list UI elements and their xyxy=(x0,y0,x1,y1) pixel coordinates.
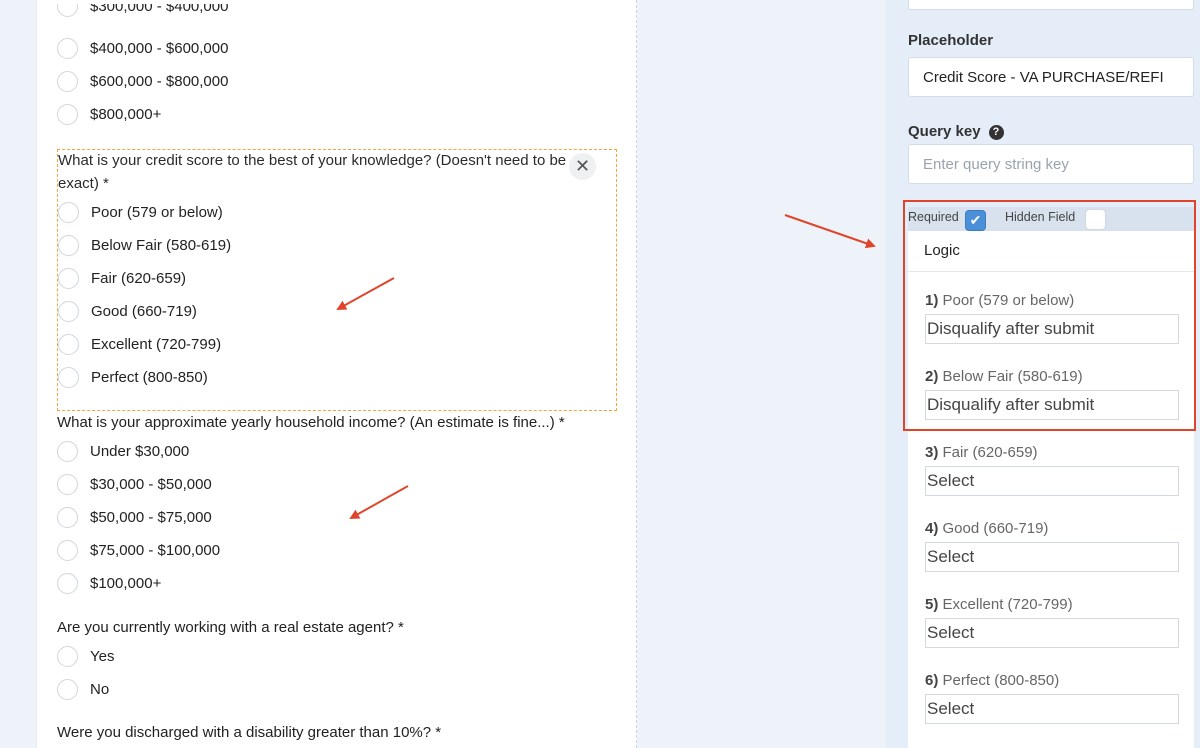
radio-option-income-cut[interactable]: $300,000 - $400,000 xyxy=(57,4,228,18)
radio-button[interactable] xyxy=(57,37,78,59)
radio-label: $400,000 - $600,000 xyxy=(90,39,229,57)
query-key-input[interactable]: Enter query string key xyxy=(908,144,1194,184)
radio-option[interactable]: $800,000+ xyxy=(57,102,161,126)
radio-label: $300,000 - $400,000 xyxy=(90,4,229,15)
annotation-arrow-3 xyxy=(784,214,876,249)
question-text-income: What is your approximate yearly househol… xyxy=(57,414,565,431)
radio-option[interactable]: Good (660-719) xyxy=(58,299,197,323)
rule-number: 4) xyxy=(925,520,939,537)
radio-option[interactable]: $50,000 - $75,000 xyxy=(57,505,212,529)
radio-label: $50,000 - $75,000 xyxy=(90,508,212,526)
question-text-continued: exact) * xyxy=(58,175,109,192)
radio-button[interactable] xyxy=(57,572,78,594)
radio-option[interactable]: Excellent (720-799) xyxy=(58,332,221,356)
radio-button[interactable] xyxy=(57,103,78,125)
radio-button[interactable] xyxy=(57,645,78,667)
rule-number: 5) xyxy=(925,596,939,613)
radio-button[interactable] xyxy=(57,506,78,528)
radio-option[interactable]: Fair (620-659) xyxy=(58,266,186,290)
radio-button[interactable] xyxy=(57,473,78,495)
radio-label: Good (660-719) xyxy=(91,302,197,320)
radio-button[interactable] xyxy=(57,70,78,92)
radio-label: Yes xyxy=(90,647,115,665)
radio-option[interactable]: $400,000 - $600,000 xyxy=(57,36,228,60)
form-canvas: $300,000 - $400,000 $400,000 - $600,000 … xyxy=(36,0,637,748)
radio-option[interactable]: Yes xyxy=(57,644,114,668)
selected-question-credit-score[interactable]: What is your credit score to the best of… xyxy=(57,149,617,411)
logic-rule-select[interactable]: Select xyxy=(925,466,1179,496)
logic-rule-select[interactable]: Select xyxy=(925,694,1179,724)
logic-rule-select[interactable]: Select xyxy=(925,618,1179,648)
radio-button[interactable] xyxy=(58,234,79,256)
radio-option[interactable]: $600,000 - $800,000 xyxy=(57,69,228,93)
rule-option: Fair (620-659) xyxy=(942,444,1038,461)
question-text: What is your credit score to the best of… xyxy=(58,152,567,169)
query-key-label: Query key xyxy=(908,123,981,140)
radio-option[interactable]: Below Fair (580-619) xyxy=(58,233,231,257)
radio-button[interactable] xyxy=(58,366,79,388)
radio-label: No xyxy=(90,680,110,698)
logic-rule-label: 6) Perfect (800-850) xyxy=(925,672,1059,689)
radio-button[interactable] xyxy=(58,201,79,223)
help-icon[interactable]: ? xyxy=(988,124,1004,140)
rule-number: 3) xyxy=(925,444,939,461)
previous-field-input[interactable] xyxy=(908,0,1194,10)
placeholder-label: Placeholder xyxy=(908,32,994,49)
radio-label: Below Fair (580-619) xyxy=(91,236,232,254)
radio-option[interactable]: Perfect (800-850) xyxy=(58,365,208,389)
rule-number: 6) xyxy=(925,672,939,689)
radio-button[interactable] xyxy=(58,333,79,355)
radio-button[interactable] xyxy=(57,4,78,17)
radio-label: $800,000+ xyxy=(90,105,162,123)
question-text-agent: Are you currently working with a real es… xyxy=(57,619,404,636)
radio-option[interactable]: $30,000 - $50,000 xyxy=(57,472,212,496)
radio-label: $100,000+ xyxy=(90,574,162,592)
radio-label: Excellent (720-799) xyxy=(91,335,222,353)
annotation-highlight-box xyxy=(903,200,1196,431)
radio-label: $600,000 - $800,000 xyxy=(90,72,229,90)
radio-label: Perfect (800-850) xyxy=(91,368,208,386)
logic-rule-label: 4) Good (660-719) xyxy=(925,520,1048,537)
radio-button[interactable] xyxy=(58,267,79,289)
rule-option: Perfect (800-850) xyxy=(942,672,1060,689)
radio-button[interactable] xyxy=(57,440,78,462)
radio-label: Under $30,000 xyxy=(90,442,190,460)
rule-option: Good (660-719) xyxy=(942,520,1049,537)
radio-label: Poor (579 or below) xyxy=(91,203,223,221)
placeholder-input[interactable]: Credit Score - VA PURCHASE/REFI xyxy=(908,57,1194,97)
radio-label: $30,000 - $50,000 xyxy=(90,475,212,493)
radio-button[interactable] xyxy=(58,300,79,322)
logic-rule-label: 5) Excellent (720-799) xyxy=(925,596,1073,613)
radio-option[interactable]: Poor (579 or below) xyxy=(58,200,223,224)
radio-label: Fair (620-659) xyxy=(91,269,187,287)
logic-rule-label: 3) Fair (620-659) xyxy=(925,444,1038,461)
logic-rule-select[interactable]: Select xyxy=(925,542,1179,572)
query-key-label-row: Query key? xyxy=(908,123,1004,140)
question-text-disability: Were you discharged with a disability gr… xyxy=(57,724,442,741)
radio-option[interactable]: $100,000+ xyxy=(57,571,161,595)
radio-button[interactable] xyxy=(57,539,78,561)
radio-button[interactable] xyxy=(57,678,78,700)
radio-option[interactable]: No xyxy=(57,677,109,701)
rule-option: Excellent (720-799) xyxy=(942,596,1073,613)
radio-label: $75,000 - $100,000 xyxy=(90,541,221,559)
close-icon[interactable]: ✕ xyxy=(569,153,596,180)
radio-option[interactable]: Under $30,000 xyxy=(57,439,189,463)
radio-option[interactable]: $75,000 - $100,000 xyxy=(57,538,220,562)
